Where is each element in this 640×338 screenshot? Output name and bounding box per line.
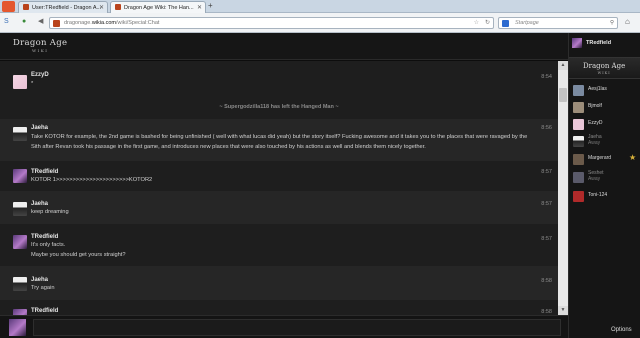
current-user-name: TRedfield [586,40,612,46]
message-text: * [31,81,34,87]
avatar [573,102,584,113]
chat-message: TRedfield KOTOR 1>>>>>>>>>>>>>>>>>>>>>>K… [0,161,558,191]
chat-message: Jaeha Try again 8:58 [0,266,558,300]
message-text: keep dreaming [31,209,69,215]
message-input[interactable] [33,319,561,336]
url-bar[interactable]: dragonage.wikia.com/wiki/Special:Chat ☆ … [49,17,494,29]
message-author[interactable]: TRedfield [31,234,58,240]
user-list-item[interactable]: Toni-124 [569,188,640,204]
user-list-item[interactable]: Aesj1las [569,82,640,98]
avatar[interactable] [13,235,27,249]
message-time: 8:57 [541,169,552,175]
scroll-up-icon[interactable]: ▲ [558,61,568,70]
user-list-item[interactable]: Seshet Away [569,169,640,185]
avatar [573,191,584,202]
message-text: Take KOTOR for example, the 2nd game is … [31,134,528,150]
dragon-age-wiki-logo: Dragon Age WIKI [583,62,626,76]
message-time: 8:54 [541,74,552,80]
scroll-thumb[interactable] [559,88,567,102]
message-author[interactable]: Jaeha [31,125,48,131]
message-text: KOTOR 1>>>>>>>>>>>>>>>>>>>>>>KOTOR2 [31,177,153,183]
chat-message: EzzyD * 8:54 [0,61,558,93]
wikia-favicon-icon [115,4,121,10]
message-composer [0,315,568,338]
message-list[interactable]: EzzyD * 8:54 ~ Supergodzilla118 has left… [0,61,558,315]
chat-message: TRedfield 8:58 [0,300,558,315]
user-status: Away [588,139,601,146]
chat-message: Jaeha Take KOTOR for example, the 2nd ga… [0,119,558,161]
message-author[interactable]: Jaeha [31,277,48,283]
message-text: It's only facts. Maybe you should get yo… [31,242,126,258]
avatar[interactable] [13,169,27,183]
close-tab-icon[interactable]: ✕ [197,4,202,11]
avatar [573,85,584,96]
bookmark-star-icon[interactable]: ☆ [474,18,479,28]
user-status: Away [588,175,601,182]
search-box[interactable]: Startpage ⚲ [498,17,618,29]
addon-icon[interactable]: S [4,17,9,27]
chat-header: Dragon Age WIKI [0,33,568,60]
user-name: Bjmolf [588,103,602,109]
message-time: 8:56 [541,125,552,131]
message-text: Try again [31,285,55,291]
search-engine-icon[interactable] [502,20,509,27]
wikia-favicon-icon [23,4,29,10]
new-tab-button[interactable]: + [208,2,213,10]
my-avatar [9,319,26,336]
room-header[interactable]: Dragon Age WIKI [569,57,640,79]
privacy-icon[interactable]: ● [22,17,26,27]
message-scrollbar[interactable]: ▲ ▼ [558,61,568,315]
avatar[interactable] [13,202,27,216]
user-list-item[interactable]: Bjmolf [569,99,640,115]
avatar [573,154,584,165]
url-path: /wiki/Special:Chat [116,20,160,26]
browser-menu-button[interactable] [2,1,15,12]
scroll-down-icon[interactable]: ▼ [558,306,568,315]
chat-message: TRedfield It's only facts. Maybe you sho… [0,224,558,266]
search-placeholder: Startpage [515,20,539,26]
inline-alert: ~ Supergodzilla118 has left the Hanged M… [219,104,339,110]
avatar[interactable] [13,127,27,141]
avatar [572,38,582,48]
message-author[interactable]: TRedfield [31,308,58,314]
chat-message: Jaeha keep dreaming 8:57 [0,191,558,224]
message-author[interactable]: Jaeha [31,201,48,207]
chat-moderator-star-icon: ★ [629,153,637,162]
user-name: Aesj1las [588,86,607,92]
search-icon[interactable]: ⚲ [610,18,614,28]
user-name: Margerard [588,155,612,161]
home-icon[interactable]: ⌂ [625,17,630,27]
browser-tab-bar: User:TRedfield - Dragon A... ✕ Dragon Ag… [0,0,640,13]
message-time: 8:57 [541,236,552,242]
tab-user-tredfield[interactable]: User:TRedfield - Dragon A... ✕ [18,1,108,13]
chat-sidebar: TRedfield Dragon Age WIKI Aesj1las Bjmol… [568,33,640,338]
browser-nav-bar: S ● ◀ dragonage.wikia.com/wiki/Special:C… [0,13,640,33]
url-prefix: dragonage. [64,20,92,26]
avatar[interactable] [13,277,27,291]
avatar [573,136,584,147]
avatar [573,119,584,130]
message-time: 8:58 [541,278,552,284]
message-author[interactable]: TRedfield [31,169,58,175]
user-list-item[interactable]: Margerard ★ [569,151,640,167]
reload-icon[interactable]: ↻ [485,18,490,28]
back-arrow-icon[interactable]: ◀ [38,17,43,27]
message-author[interactable]: EzzyD [31,72,49,78]
tab-chat[interactable]: Dragon Age Wiki: The Han... ✕ [110,1,206,13]
user-name: Toni-124 [588,192,608,198]
avatar[interactable] [13,75,27,89]
close-tab-icon[interactable]: ✕ [99,4,104,11]
dragon-age-wiki-logo[interactable]: Dragon Age WIKI [13,39,67,54]
wikia-favicon-icon [53,20,60,27]
tab-title: Dragon Age Wiki: The Han... [124,5,194,11]
url-host: wikia.com [91,20,116,26]
user-list-item[interactable]: EzzyD [569,116,640,132]
message-time: 8:57 [541,201,552,207]
tab-title: User:TRedfield - Dragon A... [32,5,102,11]
options-link[interactable]: Options [611,327,632,333]
avatar [573,172,584,183]
user-name: EzzyD [588,120,603,126]
current-user[interactable]: TRedfield [569,37,640,51]
user-list-item[interactable]: Jaeha Away [569,133,640,149]
